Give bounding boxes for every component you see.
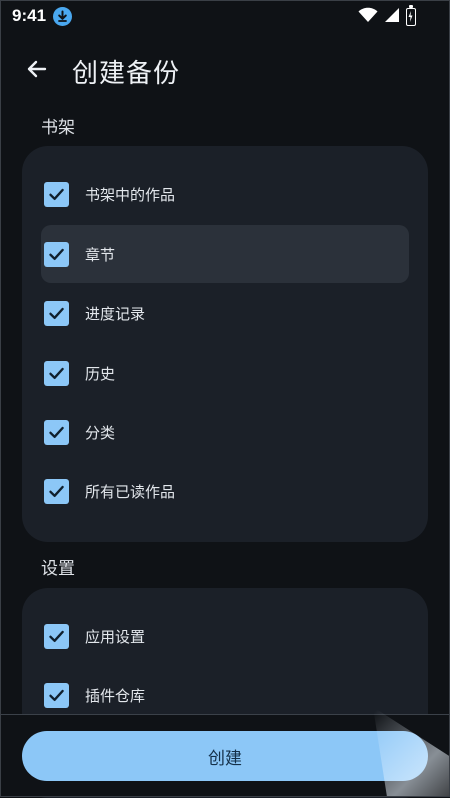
signal-icon [384, 7, 400, 27]
checkbox-checked[interactable] [44, 300, 69, 326]
checkbox-checked[interactable] [44, 181, 69, 207]
check-icon [49, 188, 64, 200]
bottom-action-bar: 创建 [0, 714, 450, 797]
option-chapters[interactable]: 章节 [41, 225, 409, 283]
option-label: 分类 [85, 423, 116, 442]
check-icon [49, 485, 64, 497]
section-header-settings: 设置 [41, 559, 75, 579]
status-bar: 9:41 [0, 0, 450, 32]
check-icon [49, 426, 64, 438]
checkbox-checked[interactable] [44, 360, 69, 386]
check-icon [49, 367, 64, 379]
check-icon [49, 307, 64, 319]
check-icon [49, 689, 64, 701]
battery-icon [406, 5, 416, 26]
checkbox-checked[interactable] [44, 419, 69, 445]
checkbox-checked[interactable] [44, 478, 69, 504]
option-all-read[interactable]: 所有已读作品 [41, 462, 409, 520]
option-progress[interactable]: 进度记录 [41, 284, 409, 342]
checkbox-checked[interactable] [44, 682, 69, 708]
option-label: 所有已读作品 [85, 482, 176, 501]
option-library-items[interactable]: 书架中的作品 [41, 165, 409, 223]
checkbox-checked[interactable] [44, 241, 69, 267]
option-categories[interactable]: 分类 [41, 403, 409, 461]
option-app-settings[interactable]: 应用设置 [41, 607, 409, 665]
option-label: 章节 [85, 245, 116, 264]
option-label: 书架中的作品 [85, 185, 176, 204]
option-label: 历史 [85, 364, 116, 383]
download-icon [53, 7, 72, 26]
wifi-icon [358, 7, 378, 27]
status-icons [358, 5, 416, 27]
option-history[interactable]: 历史 [41, 344, 409, 402]
check-icon [49, 248, 64, 260]
status-time: 9:41 [12, 6, 47, 25]
back-button[interactable] [20, 54, 54, 88]
option-label: 进度记录 [85, 304, 146, 323]
check-icon [49, 630, 64, 642]
checkbox-checked[interactable] [44, 623, 69, 649]
option-label: 插件仓库 [85, 686, 146, 705]
section-header-library: 书架 [41, 118, 75, 138]
option-label: 应用设置 [85, 627, 146, 646]
library-options-card: 书架中的作品 章节 进度记录 历史 分类 所有已读作品 [22, 146, 428, 542]
arrow-left-icon [25, 57, 49, 85]
create-backup-button[interactable]: 创建 [22, 731, 428, 781]
page-title: 创建备份 [72, 59, 181, 89]
app-bar: 创建备份 [0, 46, 450, 96]
